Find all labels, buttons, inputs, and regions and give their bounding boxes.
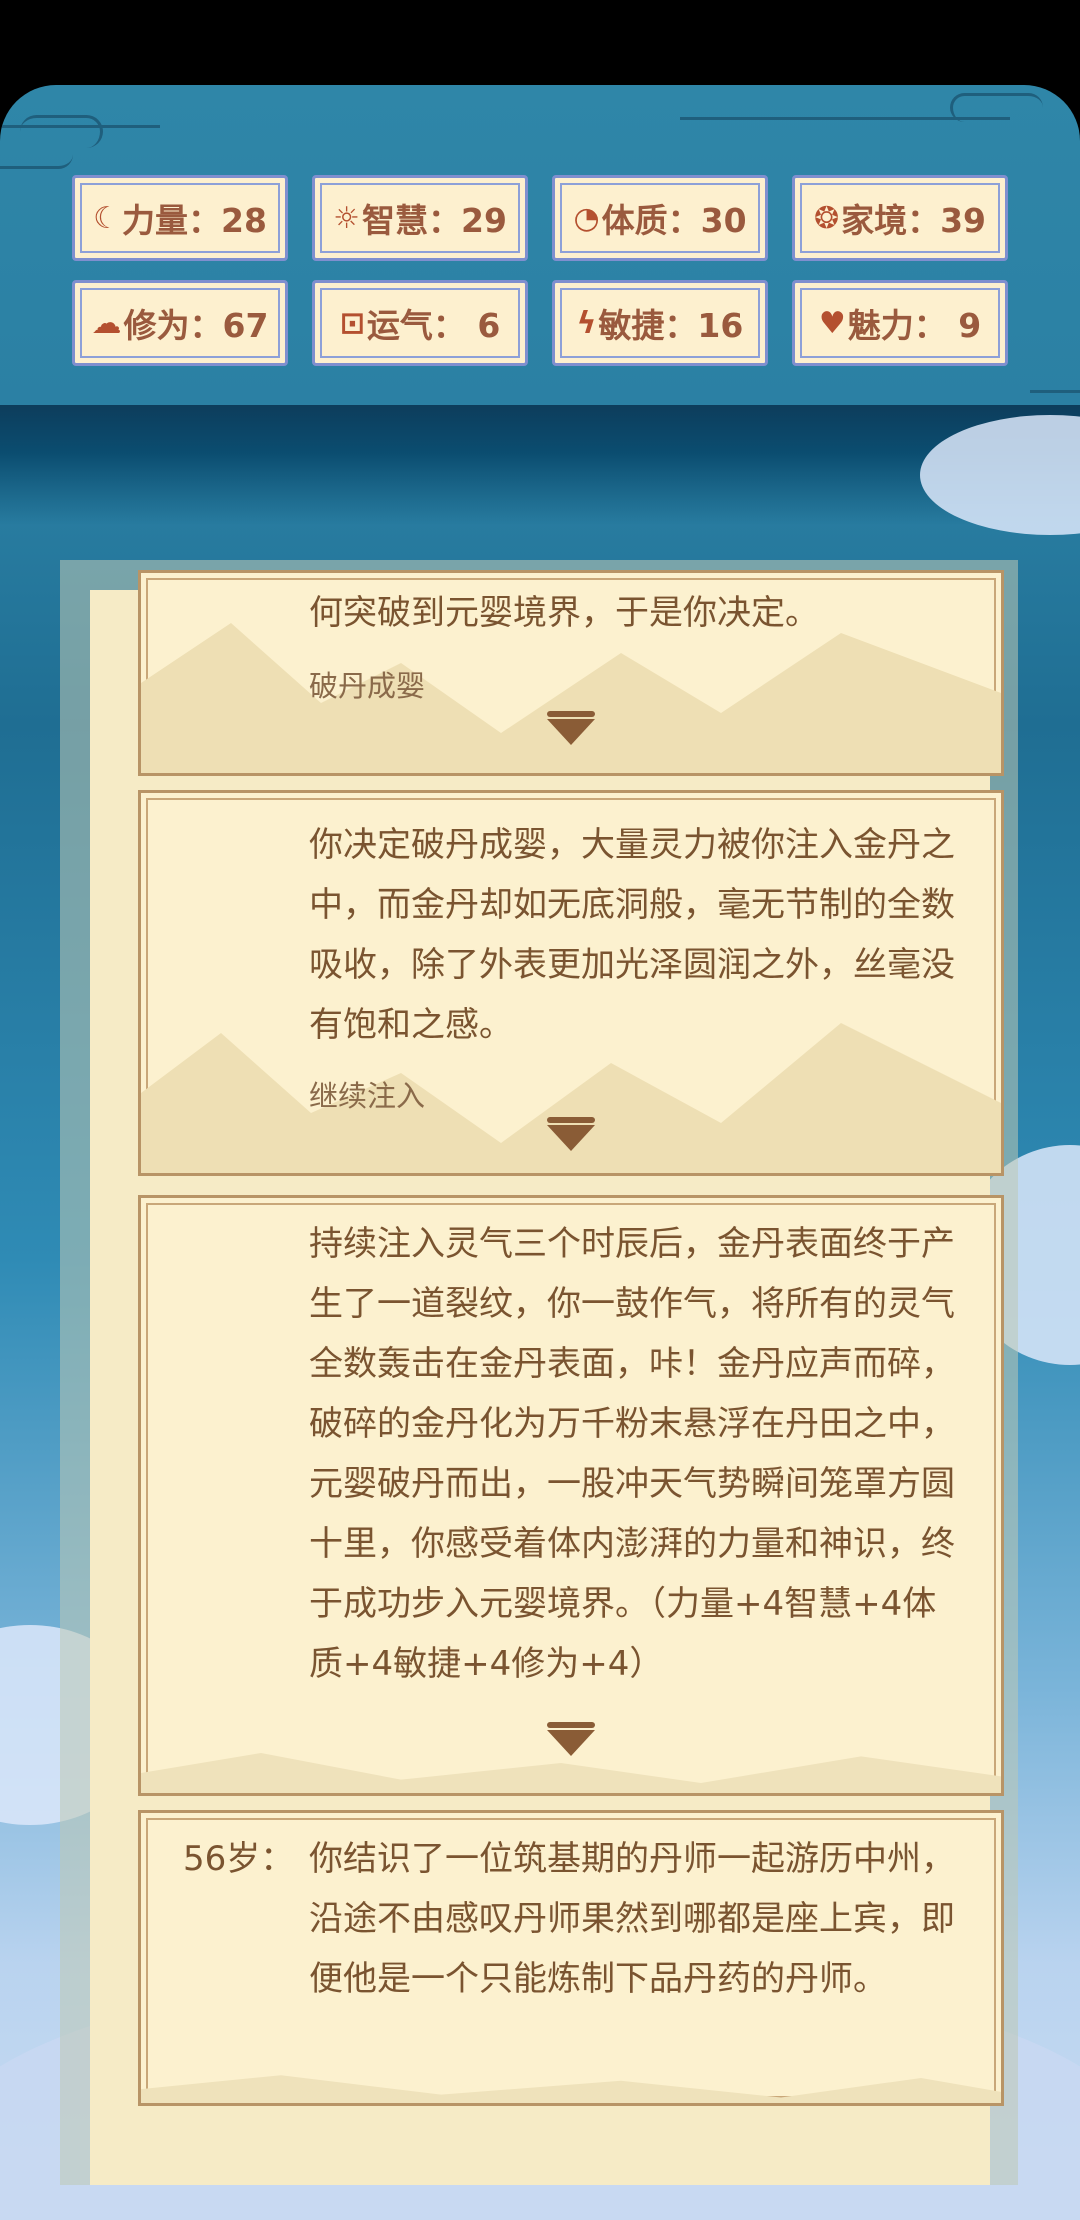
- decor-line: [0, 125, 160, 128]
- stat-label: 魅力： 9: [847, 306, 982, 345]
- event-card: 持续注入灵气三个时辰后，金丹表面终于产生了一道裂纹，你一鼓作气，将所有的灵气全数…: [138, 1195, 1004, 1796]
- constitution-icon: ◔: [573, 200, 600, 236]
- event-text: 何突破到元婴境界，于是你决定。: [309, 593, 819, 633]
- event-age: 56岁：: [183, 1839, 295, 1879]
- stat-label: 运气： 6: [366, 306, 501, 345]
- wave-band: [0, 405, 1080, 525]
- frame-corner: [979, 751, 1001, 773]
- stat-label: 敏捷：16: [598, 306, 744, 345]
- game-screen: ☾ 力量：28 ☼ 智慧：29 ◔ 体质：30 ❂ 家境：39 ☁ 修为：67 …: [0, 85, 1080, 2220]
- cloud-swirl-decoration: [0, 140, 73, 169]
- stat-label: 修为：67: [123, 306, 269, 345]
- status-bar: [0, 0, 1080, 85]
- frame-corner: [141, 793, 163, 815]
- frame-corner: [979, 1151, 1001, 1173]
- event-text: 你结识了一位筑基期的丹师一起游历中州，沿途不由感叹丹师果然到哪都是座上宾，即便他…: [309, 1839, 955, 1999]
- stat-constitution: ◔ 体质：30: [552, 175, 768, 261]
- frame-corner: [141, 1771, 163, 1793]
- wisdom-icon: ☼: [333, 200, 360, 236]
- frame-corner: [141, 2081, 163, 2103]
- frame-corner: [979, 1771, 1001, 1793]
- frame-corner: [141, 1813, 163, 1835]
- stat-label: 力量：28: [121, 201, 267, 240]
- event-choice[interactable]: 破丹成婴: [309, 663, 425, 705]
- stat-charm: ♥ 魅力： 9: [792, 280, 1008, 366]
- stat-luck: ⊡ 运气： 6: [312, 280, 528, 366]
- event-card: 你决定破丹成婴，大量灵力被你注入金丹之中，而金丹却如无底洞般，毫无节制的全数吸收…: [138, 790, 1004, 1176]
- stat-label: 智慧：29: [361, 201, 507, 240]
- event-card: 何突破到元婴境界，于是你决定。 破丹成婴: [138, 570, 1004, 776]
- luck-icon: ⊡: [339, 305, 365, 341]
- stat-family: ❂ 家境：39: [792, 175, 1008, 261]
- story-scroll-area[interactable]: 何突破到元婴境界，于是你决定。 破丹成婴 你决定破丹成婴，大量灵力被你注入金丹之…: [90, 570, 1004, 2185]
- stat-cultivation: ☁ 修为：67: [72, 280, 288, 366]
- stat-wisdom: ☼ 智慧：29: [312, 175, 528, 261]
- event-text: 你决定破丹成婴，大量灵力被你注入金丹之中，而金丹却如无底洞般，毫无节制的全数吸收…: [309, 825, 955, 1045]
- expand-arrow-icon[interactable]: [547, 711, 595, 745]
- frame-corner: [979, 793, 1001, 815]
- stat-label: 体质：30: [601, 201, 747, 240]
- agility-icon: ϟ: [576, 305, 597, 341]
- event-choice[interactable]: 继续注入: [309, 1073, 425, 1115]
- family-icon: ❂: [813, 200, 840, 236]
- decor-line: [680, 117, 1010, 120]
- story-panel[interactable]: 何突破到元婴境界，于是你决定。 破丹成婴 你决定破丹成婴，大量灵力被你注入金丹之…: [60, 560, 1018, 2185]
- frame-corner: [141, 1198, 163, 1220]
- frame-corner: [979, 1813, 1001, 1835]
- stat-strength: ☾ 力量：28: [72, 175, 288, 261]
- event-card: 56岁： 你结识了一位筑基期的丹师一起游历中州，沿途不由感叹丹师果然到哪都是座上…: [138, 1810, 1004, 2106]
- event-text: 持续注入灵气三个时辰后，金丹表面终于产生了一道裂纹，你一鼓作气，将所有的灵气全数…: [309, 1224, 955, 1684]
- mountain-illustration: [141, 2075, 1001, 2103]
- stat-label: 家境：39: [841, 201, 987, 240]
- frame-corner: [979, 1198, 1001, 1220]
- charm-icon: ♥: [818, 305, 846, 341]
- frame-corner: [979, 2081, 1001, 2103]
- stat-agility: ϟ 敏捷：16: [552, 280, 768, 366]
- frame-corner: [141, 1151, 163, 1173]
- expand-arrow-icon[interactable]: [547, 1722, 595, 1756]
- decor-line: [1030, 390, 1080, 393]
- cultivation-icon: ☁: [91, 305, 122, 341]
- frame-corner: [141, 751, 163, 773]
- expand-arrow-icon[interactable]: [547, 1117, 595, 1151]
- strength-icon: ☾: [93, 200, 120, 236]
